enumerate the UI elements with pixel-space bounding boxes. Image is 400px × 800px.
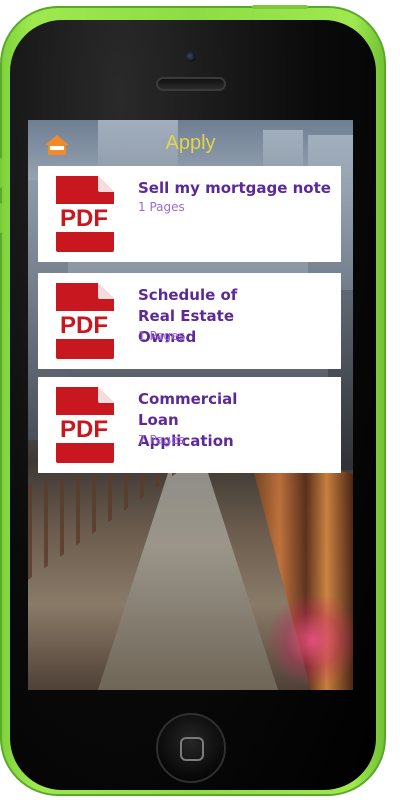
app-screen: Apply PDF Sell my mortgage note 1 Pages … (28, 120, 353, 690)
background-light (268, 590, 353, 690)
pdf-icon: PDF (50, 283, 118, 359)
volume-button (0, 203, 2, 233)
camera-icon (185, 51, 197, 63)
volume-button (0, 158, 2, 188)
document-page-count: 1 Pages (138, 200, 185, 214)
document-title: Sell my mortgage note (138, 179, 331, 197)
speaker-grille (156, 77, 226, 91)
home-button[interactable] (156, 713, 226, 783)
page-title: Apply (165, 132, 216, 154)
power-button (252, 5, 308, 9)
svg-text:PDF: PDF (60, 416, 108, 443)
home-button-square-icon (180, 737, 204, 761)
document-page-count: 7 Pages (138, 433, 185, 447)
svg-text:PDF: PDF (60, 205, 108, 232)
document-card[interactable]: PDF Schedule of Real Estate Owned 1 Page… (38, 273, 341, 369)
document-card[interactable]: PDF Commercial Loan Application 7 Pages (38, 377, 341, 473)
pdf-icon: PDF (50, 387, 118, 463)
pdf-icon: PDF (50, 176, 118, 252)
document-card[interactable]: PDF Sell my mortgage note 1 Pages (38, 166, 341, 262)
document-page-count: 1 Pages (138, 329, 185, 343)
svg-text:PDF: PDF (60, 312, 108, 339)
top-bar: Apply (28, 120, 353, 164)
